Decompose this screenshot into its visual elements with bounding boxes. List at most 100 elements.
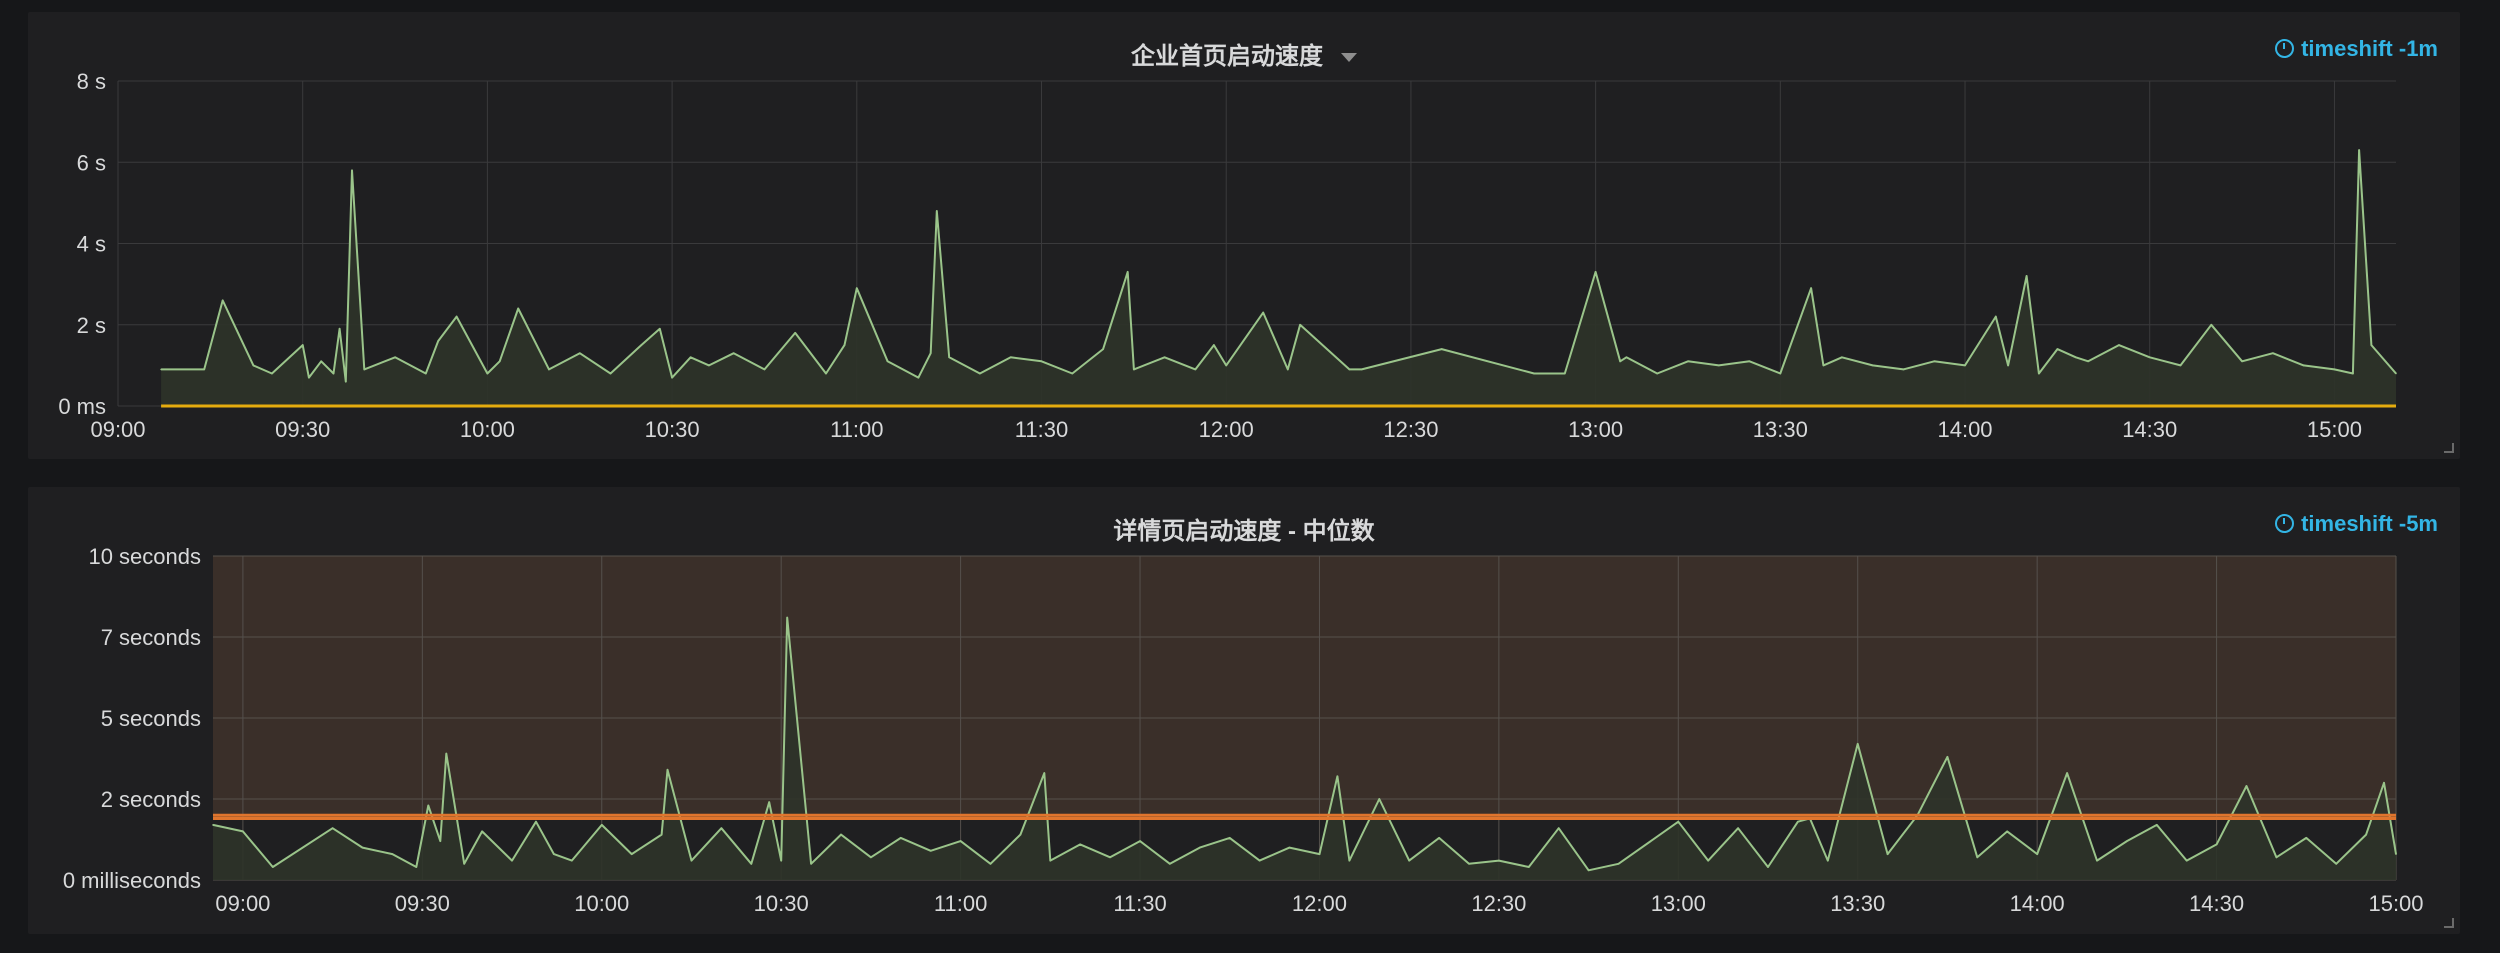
line-chart-detail-median[interactable]: 0 milliseconds 2 seconds 5 seconds 7 second… xyxy=(28,487,2460,934)
data-point xyxy=(511,859,513,862)
data-point xyxy=(1288,846,1291,849)
x-tick-label: 11:30 xyxy=(1113,891,1166,916)
resize-handle[interactable] xyxy=(2444,918,2454,928)
data-point xyxy=(2036,853,2038,855)
resize-handle[interactable] xyxy=(2444,443,2454,453)
data-point xyxy=(455,315,458,318)
data-point xyxy=(917,376,920,379)
data-point xyxy=(2148,356,2151,359)
data-point xyxy=(750,863,753,865)
x-tick-label: 11:30 xyxy=(1015,417,1068,442)
data-point xyxy=(659,328,661,330)
data-point xyxy=(1841,356,1843,359)
data-point xyxy=(1299,324,1301,326)
data-point xyxy=(1199,846,1201,849)
data-point xyxy=(437,340,440,342)
data-point xyxy=(1071,372,1074,375)
data-point xyxy=(609,372,612,375)
data-point xyxy=(2352,372,2354,375)
x-tick-label: 09:30 xyxy=(395,891,450,916)
data-point xyxy=(2179,364,2182,367)
y-tick-label: 8 s xyxy=(77,69,106,94)
data-point xyxy=(2156,824,2158,826)
data-point xyxy=(1109,856,1111,859)
data-point xyxy=(2245,785,2248,787)
data-point xyxy=(1946,756,1949,758)
line-chart-enterprise-home[interactable]: 0 ms 2 s 4 s 6 s 8 s 09:00 09:30 10:00 10:30 11:0… xyxy=(28,12,2460,459)
x-tick-label: 09:00 xyxy=(215,891,270,916)
data-point xyxy=(2038,372,2040,375)
data-point xyxy=(2025,275,2028,277)
data-point xyxy=(2185,859,2188,862)
y-tick-label: 6 s xyxy=(77,150,106,175)
data-point xyxy=(1360,368,1363,371)
data-point xyxy=(1718,364,1720,367)
data-point xyxy=(948,356,950,359)
data-point xyxy=(1587,869,1590,872)
data-point xyxy=(720,827,723,829)
y-tick-label: 7 seconds xyxy=(101,625,201,650)
data-point xyxy=(345,380,347,383)
data-point xyxy=(1440,348,1443,350)
data-point xyxy=(301,344,304,346)
data-point xyxy=(2302,364,2305,367)
data-point xyxy=(486,372,489,375)
data-point xyxy=(640,344,643,346)
data-point xyxy=(2007,364,2009,367)
data-point xyxy=(2370,344,2373,346)
data-point xyxy=(1748,360,1751,363)
x-tick-label: 11:00 xyxy=(934,891,987,916)
data-point xyxy=(212,824,214,826)
data-point xyxy=(929,352,932,355)
data-point xyxy=(535,820,537,823)
x-tick-label: 10:00 xyxy=(574,891,629,916)
data-point xyxy=(690,859,693,862)
data-point xyxy=(1262,311,1264,314)
series-area xyxy=(161,150,2396,406)
x-tick-label: 10:30 xyxy=(645,417,700,442)
data-point xyxy=(2006,830,2008,833)
data-point xyxy=(571,859,573,862)
data-point xyxy=(1902,368,1905,371)
data-point xyxy=(2126,840,2128,842)
y-tick-label: 2 s xyxy=(77,313,106,338)
x-tick-label: 13:30 xyxy=(1830,891,1885,916)
data-point xyxy=(2215,843,2218,846)
data-point xyxy=(1557,827,1560,829)
x-tick-label: 12:30 xyxy=(1383,417,1438,442)
data-point xyxy=(2335,863,2337,865)
data-point xyxy=(1169,863,1171,865)
data-point xyxy=(2075,356,2077,359)
data-point xyxy=(630,853,633,855)
data-point xyxy=(1779,372,1782,375)
data-point xyxy=(517,307,519,310)
data-point xyxy=(2365,833,2367,836)
data-point xyxy=(1528,866,1530,868)
x-tick-label: 10:00 xyxy=(460,417,515,442)
data-point xyxy=(415,866,418,868)
data-point xyxy=(1976,856,1979,859)
data-point xyxy=(1767,866,1769,868)
x-tick-label: 11:00 xyxy=(830,417,883,442)
data-point xyxy=(308,376,310,379)
y-tick-label: 0 ms xyxy=(58,394,106,419)
x-tick-label: 09:30 xyxy=(275,417,330,442)
x-tick-label: 14:00 xyxy=(1937,417,1992,442)
data-point xyxy=(1348,368,1351,371)
data-point xyxy=(1408,859,1410,862)
data-point xyxy=(870,856,872,859)
data-point xyxy=(601,824,603,826)
data-point xyxy=(2305,837,2308,839)
data-point xyxy=(1438,837,1440,839)
data-point xyxy=(1656,372,1658,375)
data-point xyxy=(732,352,735,355)
data-point xyxy=(2395,372,2397,375)
data-point xyxy=(1871,364,1874,367)
x-tick-label: 13:00 xyxy=(1568,417,1623,442)
data-point xyxy=(1822,364,1825,367)
data-point xyxy=(666,769,669,771)
data-point xyxy=(1468,863,1470,865)
data-point xyxy=(1619,360,1621,363)
data-point xyxy=(1049,859,1052,862)
data-point xyxy=(481,830,483,833)
